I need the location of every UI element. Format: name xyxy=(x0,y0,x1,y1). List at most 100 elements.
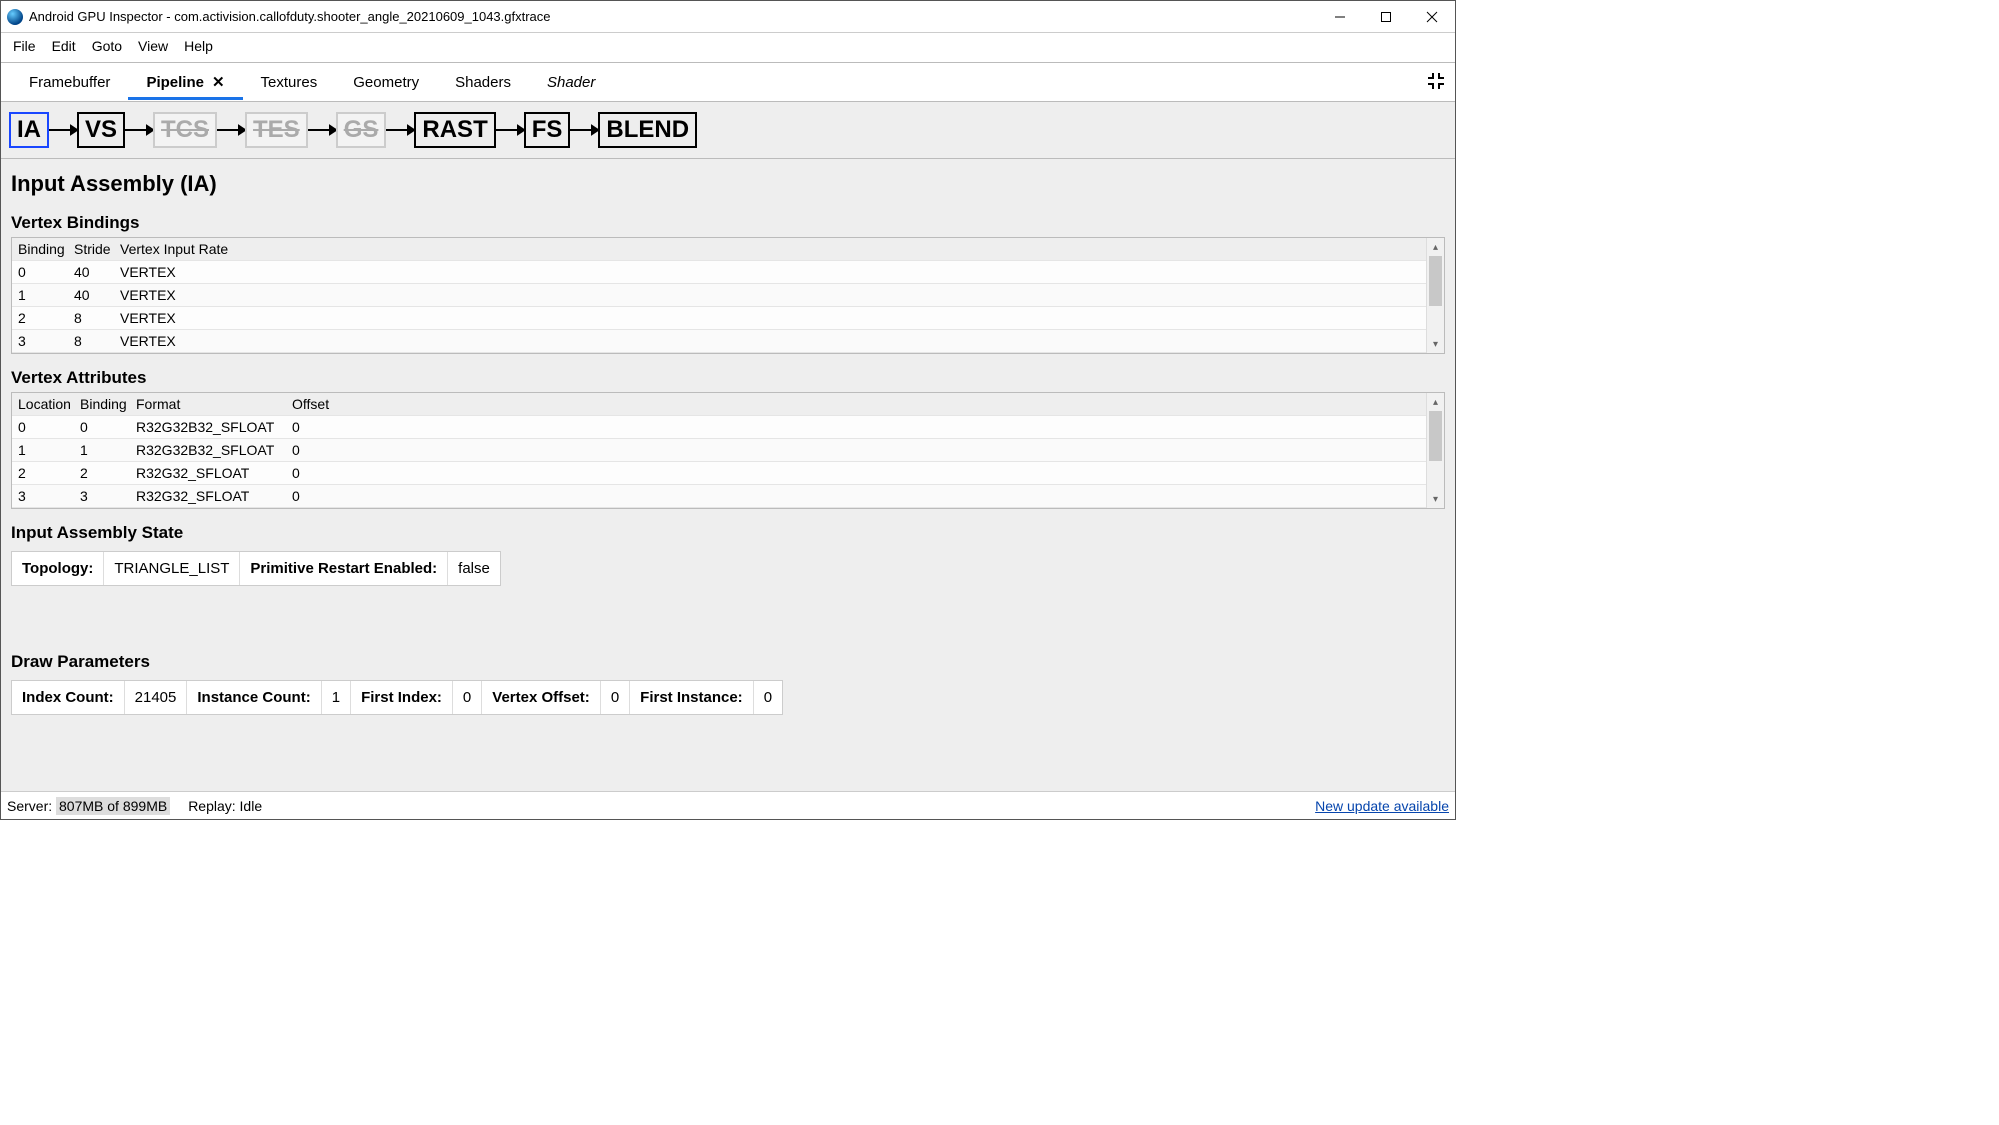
table-row[interactable]: 38VERTEX xyxy=(12,330,1444,353)
cell-rate: VERTEX xyxy=(114,261,1444,284)
scroll-thumb[interactable] xyxy=(1429,411,1442,461)
topology-label: Topology: xyxy=(12,552,104,585)
cell-location: 1 xyxy=(12,439,74,462)
cell-stride: 40 xyxy=(68,261,114,284)
arrow-icon xyxy=(49,124,77,136)
stage-blend[interactable]: BLEND xyxy=(598,112,697,148)
scrollbar[interactable]: ▴ ▾ xyxy=(1426,238,1444,353)
app-icon xyxy=(7,9,23,25)
col-format[interactable]: Format xyxy=(130,393,286,416)
col-vertex-input-rate[interactable]: Vertex Input Rate xyxy=(114,238,1444,261)
arrow-icon xyxy=(570,124,598,136)
tab-textures[interactable]: Textures xyxy=(243,66,336,99)
scroll-up-icon[interactable]: ▴ xyxy=(1427,238,1444,256)
ia-state-box: Topology: TRIANGLE_LIST Primitive Restar… xyxy=(11,551,501,586)
cell-binding: 0 xyxy=(74,416,130,439)
draw-param-value: 0 xyxy=(601,681,630,714)
scrollbar[interactable]: ▴ ▾ xyxy=(1426,393,1444,508)
draw-params-title: Draw Parameters xyxy=(11,652,1445,672)
replay-status: Replay: Idle xyxy=(188,798,262,814)
stage-fs[interactable]: FS xyxy=(524,112,571,148)
close-button[interactable] xyxy=(1409,1,1455,33)
vertex-attributes-title: Vertex Attributes xyxy=(11,368,1445,388)
tab-bar: Framebuffer Pipeline✕ Textures Geometry … xyxy=(1,62,1455,102)
tab-framebuffer[interactable]: Framebuffer xyxy=(11,66,128,99)
cell-offset: 0 xyxy=(286,485,1444,508)
tab-geometry[interactable]: Geometry xyxy=(335,66,437,99)
prim-restart-value: false xyxy=(448,552,500,585)
col-binding[interactable]: Binding xyxy=(12,238,68,261)
cell-location: 2 xyxy=(12,462,74,485)
scroll-track[interactable] xyxy=(1427,411,1444,490)
draw-param-label: First Instance: xyxy=(630,681,754,714)
table-row[interactable]: 28VERTEX xyxy=(12,307,1444,330)
tab-label: Shader xyxy=(547,74,595,91)
cell-rate: VERTEX xyxy=(114,307,1444,330)
table-row[interactable]: 33R32G32_SFLOAT0 xyxy=(12,485,1444,508)
vertex-bindings-table: Binding Stride Vertex Input Rate 040VERT… xyxy=(12,238,1444,353)
arrow-icon xyxy=(308,124,336,136)
col-binding[interactable]: Binding xyxy=(74,393,130,416)
tab-label: Framebuffer xyxy=(29,74,110,91)
stage-vs[interactable]: VS xyxy=(77,112,125,148)
draw-param-label: Index Count: xyxy=(12,681,125,714)
col-offset[interactable]: Offset xyxy=(286,393,1444,416)
vertex-attributes-table-wrap: Location Binding Format Offset 00R32G32B… xyxy=(11,392,1445,509)
update-link[interactable]: New update available xyxy=(1315,798,1449,814)
col-location[interactable]: Location xyxy=(12,393,74,416)
tab-shaders[interactable]: Shaders xyxy=(437,66,529,99)
stage-ia[interactable]: IA xyxy=(9,112,49,148)
cell-offset: 0 xyxy=(286,416,1444,439)
col-stride[interactable]: Stride xyxy=(68,238,114,261)
menu-edit[interactable]: Edit xyxy=(44,36,84,56)
menu-view[interactable]: View xyxy=(130,36,176,56)
stage-tcs[interactable]: TCS xyxy=(153,112,217,148)
tab-label: Pipeline xyxy=(146,74,204,91)
cell-stride: 8 xyxy=(68,330,114,353)
cell-offset: 0 xyxy=(286,462,1444,485)
tab-label: Textures xyxy=(261,74,318,91)
cell-binding: 1 xyxy=(74,439,130,462)
vertex-attributes-table: Location Binding Format Offset 00R32G32B… xyxy=(12,393,1444,508)
stage-tes[interactable]: TES xyxy=(245,112,308,148)
draw-param-label: First Index: xyxy=(351,681,453,714)
cell-rate: VERTEX xyxy=(114,330,1444,353)
cell-stride: 40 xyxy=(68,284,114,307)
menu-file[interactable]: File xyxy=(5,36,44,56)
topology-value: TRIANGLE_LIST xyxy=(104,552,240,585)
vertex-bindings-table-wrap: Binding Stride Vertex Input Rate 040VERT… xyxy=(11,237,1445,354)
stage-gs[interactable]: GS xyxy=(336,112,387,148)
cell-offset: 0 xyxy=(286,439,1444,462)
arrow-icon xyxy=(386,124,414,136)
table-row[interactable]: 140VERTEX xyxy=(12,284,1444,307)
scroll-thumb[interactable] xyxy=(1429,256,1442,306)
scroll-up-icon[interactable]: ▴ xyxy=(1427,393,1444,411)
menu-help[interactable]: Help xyxy=(176,36,221,56)
scroll-down-icon[interactable]: ▾ xyxy=(1427,335,1444,353)
window-title: Android GPU Inspector - com.activision.c… xyxy=(29,9,1317,24)
arrow-icon xyxy=(125,124,153,136)
exit-fullscreen-icon[interactable] xyxy=(1421,66,1451,99)
minimize-button[interactable] xyxy=(1317,1,1363,33)
maximize-button[interactable] xyxy=(1363,1,1409,33)
content-area: Input Assembly (IA) Vertex Bindings Bind… xyxy=(1,159,1455,791)
cell-format: R32G32_SFLOAT xyxy=(130,485,286,508)
stage-rast[interactable]: RAST xyxy=(414,112,495,148)
table-row[interactable]: 11R32G32B32_SFLOAT0 xyxy=(12,439,1444,462)
prim-restart-label: Primitive Restart Enabled: xyxy=(240,552,448,585)
scroll-down-icon[interactable]: ▾ xyxy=(1427,490,1444,508)
replay-label: Replay: xyxy=(188,798,235,814)
table-row[interactable]: 040VERTEX xyxy=(12,261,1444,284)
arrow-icon xyxy=(496,124,524,136)
close-icon[interactable]: ✕ xyxy=(212,73,225,91)
tab-pipeline[interactable]: Pipeline ✕ xyxy=(128,65,242,99)
menu-goto[interactable]: Goto xyxy=(84,36,130,56)
cell-rate: VERTEX xyxy=(114,284,1444,307)
server-value: 807MB of 899MB xyxy=(56,797,170,815)
table-row[interactable]: 22R32G32_SFLOAT0 xyxy=(12,462,1444,485)
ia-state-title: Input Assembly State xyxy=(11,523,1445,543)
arrow-icon xyxy=(217,124,245,136)
table-row[interactable]: 00R32G32B32_SFLOAT0 xyxy=(12,416,1444,439)
tab-shader[interactable]: Shader xyxy=(529,66,613,99)
scroll-track[interactable] xyxy=(1427,256,1444,335)
